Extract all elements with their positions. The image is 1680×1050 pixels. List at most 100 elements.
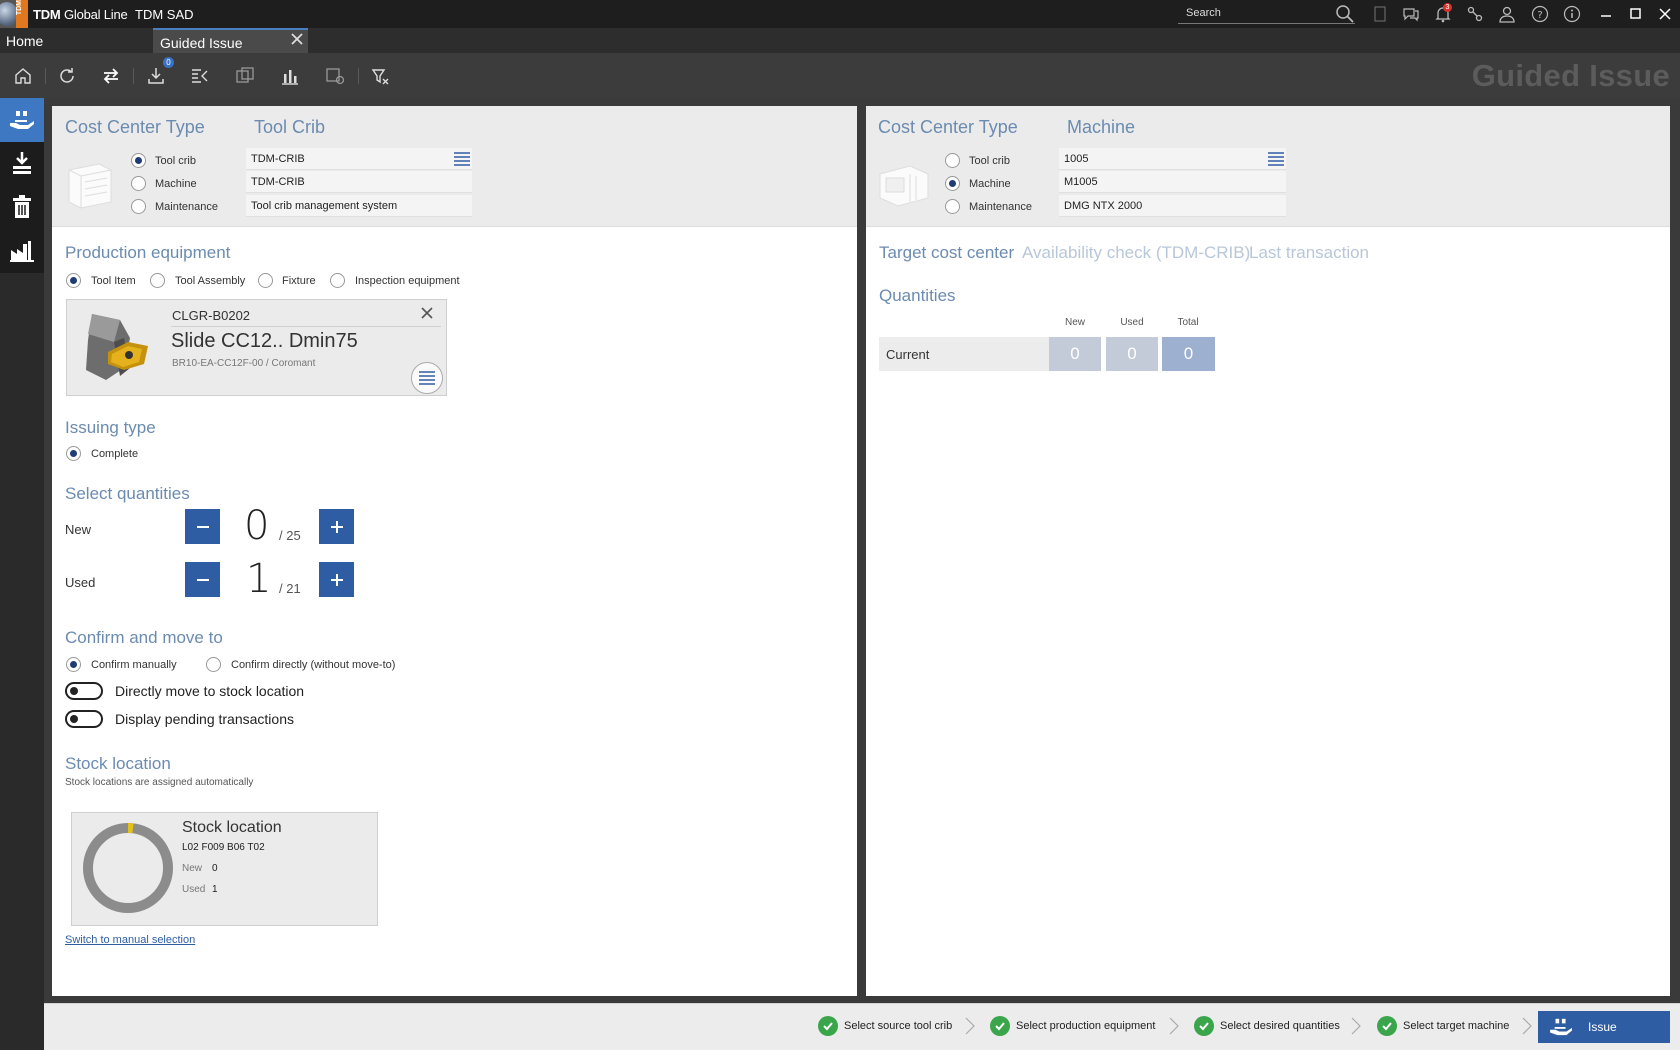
target-radio-tool-crib[interactable]: [945, 153, 960, 168]
radio-inspection-equipment[interactable]: [330, 273, 345, 288]
radio-fixture[interactable]: [258, 273, 273, 288]
stock-new-value: 0: [212, 863, 218, 874]
source-field-description[interactable]: Tool crib management system: [246, 195, 472, 217]
tab-last-transaction[interactable]: Last transaction: [1249, 243, 1369, 263]
maximize-icon[interactable]: [1626, 5, 1644, 23]
copy-icon[interactable]: [235, 66, 255, 86]
sidebar-item-inventory[interactable]: [0, 230, 44, 272]
title-bar: [0, 0, 1680, 28]
sidebar-item-scrap[interactable]: [0, 186, 44, 228]
step-target-machine[interactable]: Select target machine: [1377, 1015, 1509, 1037]
toggle-pending-transactions[interactable]: [65, 710, 103, 728]
check-icon: [1194, 1016, 1214, 1036]
tab-availability-check[interactable]: Availability check (TDM-CRIB): [1022, 243, 1250, 263]
confirm-option-label: Confirm directly (without move-to): [231, 659, 396, 671]
tool-image: [74, 306, 160, 386]
download-icon: [13, 152, 31, 174]
decrement-new-button[interactable]: [185, 509, 220, 544]
radio-tool-assembly[interactable]: [150, 273, 165, 288]
list-icon: [419, 371, 435, 385]
plus-icon: [330, 573, 343, 586]
clear-filter-icon[interactable]: [370, 66, 390, 86]
target-option-label: Maintenance: [969, 201, 1032, 213]
column-header-new: New: [1064, 317, 1085, 328]
decrement-used-button[interactable]: [185, 562, 220, 597]
settings-list-icon[interactable]: [325, 66, 345, 86]
connections-icon[interactable]: [1466, 5, 1484, 23]
stock-used-label: Used: [182, 884, 206, 895]
increment-new-button[interactable]: [319, 509, 354, 544]
source-radio-machine[interactable]: [131, 176, 146, 191]
toolbar-badge: 0: [163, 57, 174, 68]
increment-used-button[interactable]: [319, 562, 354, 597]
issue-button[interactable]: Issue: [1538, 1011, 1670, 1043]
radio-complete[interactable]: [66, 446, 81, 461]
list-edit-icon[interactable]: [190, 66, 210, 86]
list-icon[interactable]: [454, 152, 470, 166]
remove-item-icon[interactable]: [420, 306, 434, 325]
equipment-option-label: Tool Assembly: [175, 275, 246, 287]
stock-card-title: Stock location: [182, 819, 282, 836]
radio-tool-item[interactable]: [66, 273, 81, 288]
chat-icon[interactable]: [1402, 5, 1420, 23]
bar-chart-icon[interactable]: [280, 66, 300, 86]
target-cost-center-type: Machine: [1067, 117, 1136, 137]
tab-home[interactable]: Home: [0, 28, 153, 53]
tab-target-cost-center[interactable]: Target cost center: [879, 243, 1014, 263]
sidebar-item-issue[interactable]: [0, 98, 44, 142]
tool-details-button[interactable]: [411, 362, 443, 394]
target-field-id[interactable]: 1005: [1059, 148, 1286, 170]
target-field-name[interactable]: M1005: [1059, 171, 1286, 193]
cell-current-used: 0: [1106, 337, 1158, 371]
source-field-name[interactable]: TDM-CRIB: [246, 171, 472, 193]
minimize-icon[interactable]: [1597, 5, 1615, 23]
target-field-description[interactable]: DMG NTX 2000: [1059, 195, 1286, 217]
info-icon[interactable]: [1563, 5, 1581, 23]
factory-icon: [10, 241, 34, 262]
step-source-tool-crib[interactable]: Select source tool crib: [818, 1015, 952, 1037]
list-icon[interactable]: [1268, 152, 1284, 166]
toggle-move-to-stock[interactable]: [65, 682, 103, 700]
step-production-equipment[interactable]: Select production equipment: [990, 1015, 1155, 1037]
quantities-title: Quantities: [879, 286, 956, 305]
transfer-icon[interactable]: [101, 66, 121, 86]
cell-current-total: 0: [1162, 337, 1215, 371]
source-field-id[interactable]: TDM-CRIB: [246, 148, 472, 170]
sidebar-item-return[interactable]: [0, 142, 44, 184]
equipment-option-label: Fixture: [282, 275, 316, 287]
trash-icon: [13, 195, 31, 218]
radio-confirm-directly[interactable]: [206, 657, 221, 672]
home-icon[interactable]: [13, 66, 33, 86]
source-cost-center-label: Cost Center Type: [65, 117, 205, 137]
document-icon[interactable]: [1371, 5, 1389, 23]
source-radio-tool-crib[interactable]: [131, 153, 146, 168]
target-radio-maintenance[interactable]: [945, 199, 960, 214]
cell-current-new: 0: [1049, 337, 1101, 371]
target-radio-machine[interactable]: [945, 176, 960, 191]
switch-manual-selection-link[interactable]: Switch to manual selection: [65, 934, 195, 946]
refresh-icon[interactable]: [57, 66, 77, 86]
app-logo: TDM: [0, 0, 28, 28]
user-icon[interactable]: [1498, 5, 1516, 23]
check-icon: [818, 1016, 838, 1036]
issue-button-label: Issue: [1588, 1020, 1617, 1034]
hand-tool-icon: [1550, 1018, 1572, 1036]
minus-icon: [196, 525, 209, 528]
toggle-label: Directly move to stock location: [115, 683, 305, 699]
target-panel: [866, 106, 1670, 996]
download-tray-icon[interactable]: [146, 66, 166, 86]
search-input[interactable]: Search: [1178, 4, 1355, 24]
tab-close-icon[interactable]: [290, 32, 304, 46]
tab-guided-issue[interactable]: Guided Issue: [153, 28, 308, 53]
app-title: TDM Global Line: [33, 7, 128, 22]
radio-confirm-manually[interactable]: [66, 657, 81, 672]
new-quantity-label: New: [65, 522, 92, 537]
toggle-label: Display pending transactions: [115, 711, 294, 727]
source-radio-maintenance[interactable]: [131, 199, 146, 214]
hand-tool-icon: [10, 111, 34, 129]
confirm-option-label: Confirm manually: [91, 659, 177, 671]
step-desired-quantities[interactable]: Select desired quantities: [1194, 1015, 1340, 1037]
search-icon[interactable]: [1335, 4, 1355, 24]
help-icon[interactable]: ?: [1531, 5, 1549, 23]
close-window-icon[interactable]: [1656, 5, 1674, 23]
